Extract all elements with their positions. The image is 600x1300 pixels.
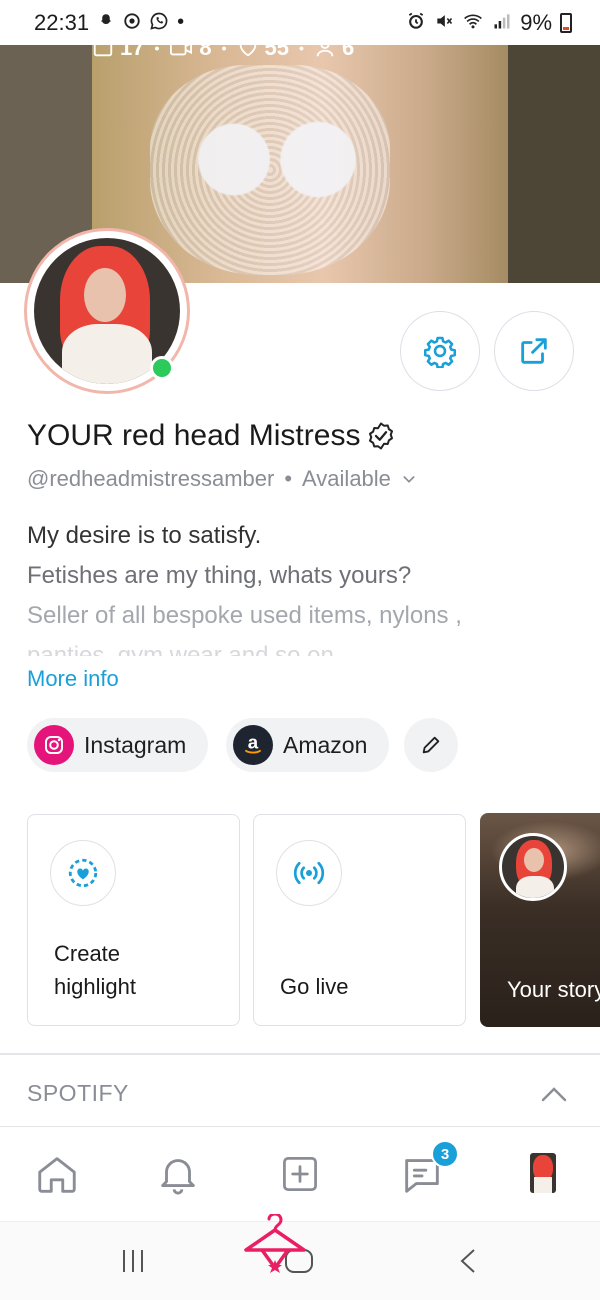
go-live-label: Go live xyxy=(280,974,349,999)
back-icon[interactable] xyxy=(456,1246,480,1276)
video-icon xyxy=(170,45,193,56)
share-profile-button[interactable] xyxy=(494,311,574,391)
notifications-icon xyxy=(161,1159,195,1195)
go-live-icon-circle xyxy=(276,840,342,906)
banner-bg-right xyxy=(508,45,600,283)
alarm-icon xyxy=(406,11,426,34)
nav-home[interactable] xyxy=(32,1149,82,1199)
edit-links-button[interactable] xyxy=(404,718,458,772)
highlight-heart-icon xyxy=(68,858,98,888)
amazon-link[interactable]: a Amazon xyxy=(226,718,390,772)
availability-dropdown[interactable]: Available xyxy=(302,466,417,492)
battery-icon xyxy=(560,12,572,33)
messages-badge: 3 xyxy=(431,1140,459,1168)
create-highlight-card[interactable]: Create highlight xyxy=(27,814,240,1026)
chrome-icon xyxy=(123,12,141,33)
chevron-up-icon[interactable] xyxy=(540,1084,568,1104)
stat-fans: 6 xyxy=(314,45,354,61)
gear-icon xyxy=(423,336,457,368)
stat-photos-count: 17 xyxy=(120,45,145,60)
bio-line: Seller of all bespoke used items, nylons… xyxy=(27,602,462,629)
nav-add-post[interactable] xyxy=(275,1149,325,1199)
stat-videos: 8 xyxy=(169,45,212,61)
share-icon xyxy=(521,338,547,364)
stat-likes: 55 xyxy=(237,45,289,61)
stat-photos: 17 xyxy=(92,45,144,61)
your-story-card[interactable]: Your story xyxy=(480,813,600,1027)
your-story-label: Your story xyxy=(507,977,600,1002)
spotify-section-title[interactable]: SPOTIFY xyxy=(27,1080,129,1107)
amazon-icon: a xyxy=(233,725,273,765)
status-time: 22:31 xyxy=(34,9,90,35)
status-bar: 22:31 • 9% xyxy=(0,0,600,45)
snapchat-icon xyxy=(97,12,115,33)
availability-status: Available xyxy=(302,466,391,491)
instagram-label: Instagram xyxy=(84,731,187,758)
stat-separator: • xyxy=(221,45,227,56)
verified-badge-icon xyxy=(369,422,394,450)
stat-likes-count: 55 xyxy=(264,45,290,60)
instagram-link[interactable]: Instagram xyxy=(27,718,209,772)
go-live-card[interactable]: Go live xyxy=(253,814,466,1026)
section-divider xyxy=(0,1053,600,1055)
stat-fans-count: 6 xyxy=(341,45,355,60)
handle-separator: • xyxy=(284,466,293,491)
stat-separator: • xyxy=(154,45,160,56)
nav-notifications[interactable] xyxy=(153,1149,203,1199)
heart-icon xyxy=(239,45,256,57)
profile-handle: @redheadmistressamber xyxy=(27,466,275,491)
svg-text:a: a xyxy=(248,732,259,753)
instagram-icon xyxy=(34,725,74,765)
nav-profile-avatar[interactable] xyxy=(530,1153,556,1193)
settings-button[interactable] xyxy=(400,311,480,391)
handle-row: @redheadmistressamber • Available xyxy=(27,466,417,492)
pencil-icon xyxy=(422,736,440,754)
battery-percent: 9% xyxy=(520,9,552,35)
image-icon xyxy=(93,45,113,57)
status-dot: • xyxy=(177,11,185,33)
whatsapp-icon xyxy=(149,11,169,34)
bio-line: Fetishes are my thing, whats yours? xyxy=(27,562,412,589)
wifi-icon xyxy=(462,11,484,34)
chevron-down-icon xyxy=(403,476,415,483)
stat-separator: • xyxy=(299,45,304,56)
add-post-icon xyxy=(283,1157,317,1191)
profile-bio: My desire is to satisfy. Fetishes are my… xyxy=(27,516,572,656)
mute-icon xyxy=(434,11,454,34)
bio-line: panties, gym wear and so on xyxy=(27,642,334,656)
highlight-icon-circle xyxy=(50,840,116,906)
profile-name: YOUR red head Mistress xyxy=(27,419,396,453)
amazon-label: Amazon xyxy=(283,731,368,758)
signal-icon xyxy=(492,11,512,34)
more-info-link[interactable]: More info xyxy=(27,666,119,692)
home-icon xyxy=(38,1157,76,1193)
create-highlight-label: Create highlight xyxy=(54,941,136,999)
bottom-navigation xyxy=(0,1127,600,1221)
hanger-icon xyxy=(244,1214,306,1273)
online-status-dot xyxy=(150,356,174,380)
broadcast-icon xyxy=(293,861,325,885)
story-avatar xyxy=(499,833,567,901)
bio-line: My desire is to satisfy. xyxy=(27,522,262,549)
banner-stats: 17 • 8 • 55 • 6 xyxy=(92,45,354,63)
banner-photo-detail xyxy=(150,65,390,275)
profile-name-text: YOUR red head Mistress xyxy=(27,419,361,452)
recent-apps-icon[interactable] xyxy=(118,1246,148,1276)
fans-icon xyxy=(316,45,334,57)
stat-videos-count: 8 xyxy=(199,45,212,60)
